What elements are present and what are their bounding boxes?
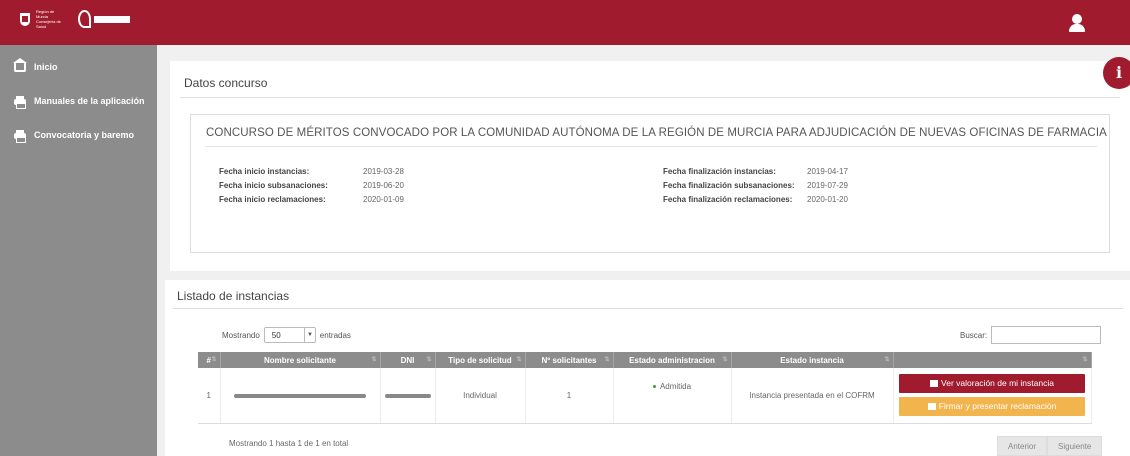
list-icon [930,380,939,388]
date-value: 2020-01-20 [807,195,848,204]
divider [205,146,1097,147]
salud-mark-icon [78,10,91,28]
column-header-solicitantes[interactable]: Nº solicitantes ⇅ [525,352,614,368]
top-bar: Región de Murcia Consejería de Salud [0,0,1130,45]
salud-logo [78,10,130,28]
sort-icon: ⇅ [1082,357,1088,363]
list-icon [927,403,936,411]
info-button[interactable]: i [1103,57,1130,89]
sidebar-item-label: Manuales de la aplicación [34,96,145,106]
salud-badge [94,15,130,23]
info-icon: i [1115,63,1123,82]
firmar-reclamacion-button[interactable]: Firmar y presentar reclamación [899,397,1085,417]
sort-icon: ⇅ [211,357,217,363]
sort-icon: ⇅ [884,357,890,363]
print-icon [14,130,26,143]
sidebar-item-label: Inicio [34,62,58,72]
page-size-select[interactable]: 50 ▼ [263,327,316,343]
table-row: 1 Individual 1 Admitida Instancia presen… [198,368,1092,424]
logo-text: Región de Murcia Consejería de Salud [36,9,61,29]
panel-title: Datos concurso [184,76,268,90]
sort-icon: ⇅ [722,357,728,363]
prev-button[interactable]: Anterior [997,436,1048,456]
page-size-control: Mostrando 50 ▼ entradas [222,327,351,343]
date-value: 2019-06-20 [363,181,404,190]
concurso-box: CONCURSO DE MÉRITOS CONVOCADO POR LA COM… [190,114,1110,253]
sidebar-item-manuales[interactable]: Manuales de la aplicación [14,96,145,109]
next-button[interactable]: Siguiente [1047,436,1103,456]
sidebar-item-label: Convocatoria y baremo [34,130,135,140]
sort-icon: ⇅ [426,357,432,363]
print-icon [14,96,26,109]
date-label: Fecha inicio subsanaciones: [219,181,328,190]
start-dates: Fecha inicio instancias: 2019-03-28 Fecha… [219,165,404,207]
search-control: Buscar: [960,326,1102,344]
sort-icon: ⇅ [516,357,522,363]
concurso-title: CONCURSO DE MÉRITOS CONVOCADO POR LA COM… [206,127,1107,139]
column-header-num[interactable]: # ⇅ [198,352,221,368]
table-info: Mostrando 1 hasta 1 de 1 en total [229,439,349,448]
date-label: Fecha inicio reclamaciones: [219,195,326,204]
entradas-label: entradas [319,330,351,340]
cell-acciones: Ver valoración de mi instancia Firmar y … [893,368,1092,424]
divider [180,97,1120,98]
sort-icon: ⇅ [371,357,377,363]
column-header-estado-admin[interactable]: Estado administracion ⇅ [613,352,732,368]
pagination: Anterior Siguiente [997,436,1103,456]
sidebar: Inicio Manuales de la aplicación Convoca… [0,45,157,456]
bullet-icon [652,385,656,389]
cell-nombre-redacted [220,368,381,424]
column-header-nombre[interactable]: Nombre solicitante ⇅ [220,352,381,368]
home-icon [13,57,27,72]
page-size-value: 50 [271,330,281,340]
cell-estado-admin: Admitida [613,368,732,424]
divider [173,308,1123,309]
cell-estado-instancia: Instancia presentada en el COFRM [731,368,894,424]
date-value: 2019-04-17 [807,167,848,176]
cell-num: 1 [198,368,221,424]
listado-instancias-panel: Listado de instancias Mostrando 50 ▼ ent… [165,280,1130,456]
column-header-dni[interactable]: DNI ⇅ [380,352,436,368]
cell-tipo: Individual [435,368,526,424]
date-label: Fecha finalización instancias: [663,167,776,176]
panel-title: Listado de instancias [177,289,290,303]
date-value: 2020-01-09 [363,195,404,204]
table-header-row: # ⇅ Nombre solicitante ⇅ DNI ⇅ Tipo de soli… [198,352,1092,368]
sort-icon: ⇅ [604,357,610,363]
chevron-down-icon: ▼ [304,328,315,342]
sidebar-item-inicio[interactable]: Inicio [13,57,58,72]
ver-valoracion-button[interactable]: Ver valoración de mi instancia [899,374,1085,394]
column-header-acciones[interactable]: ⇅ [893,352,1092,368]
search-label: Buscar: [960,330,988,340]
sidebar-item-convocatoria[interactable]: Convocatoria y baremo [14,130,135,143]
end-dates: Fecha finalización instancias: 2019-04-17… [663,165,848,207]
cell-solicitantes: 1 [525,368,614,424]
datos-concurso-panel: Datos concurso CONCURSO DE MÉRITOS CONVO… [170,61,1130,271]
column-header-estado-instancia[interactable]: Estado instancia ⇅ [731,352,894,368]
date-value: 2019-03-28 [363,167,404,176]
search-input[interactable] [991,326,1102,344]
date-value: 2019-07-29 [807,181,848,190]
region-murcia-logo[interactable]: Región de Murcia Consejería de Salud [20,9,130,29]
date-label: Fecha finalización reclamaciones: [663,195,793,204]
mostrando-label: Mostrando [222,330,260,340]
date-label: Fecha finalización subsanaciones: [663,181,795,190]
instancias-table: # ⇅ Nombre solicitante ⇅ DNI ⇅ Tipo de soli… [198,352,1092,424]
shield-icon [20,12,30,26]
cell-dni-redacted [380,368,436,424]
user-icon[interactable] [1069,14,1085,32]
date-label: Fecha inicio instancias: [219,167,310,176]
column-header-tipo[interactable]: Tipo de solicitud ⇅ [435,352,526,368]
